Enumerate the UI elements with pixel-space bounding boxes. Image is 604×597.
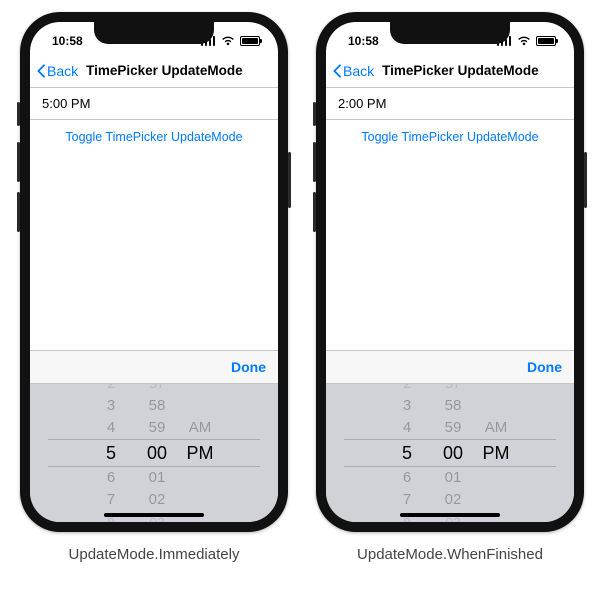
wifi-icon xyxy=(517,36,531,46)
picker-item: 01 xyxy=(134,467,180,489)
picker-item-selected: PM xyxy=(180,439,220,467)
side-button-vol-down xyxy=(17,192,20,232)
side-button-silence xyxy=(17,102,20,126)
picker-item: 3 xyxy=(384,395,430,417)
picker-item-selected: 5 xyxy=(384,439,430,467)
notch xyxy=(390,22,510,44)
picker-item: 7 xyxy=(384,489,430,511)
wifi-icon xyxy=(221,36,235,46)
iphone-frame: 10:58 Back TimePicker UpdateMode xyxy=(20,12,288,532)
picker-item-selected: PM xyxy=(476,439,516,467)
time-picker-display[interactable]: 5:00 PM xyxy=(30,88,278,120)
picker-item: 01 xyxy=(430,467,476,489)
time-picker-display[interactable]: 2:00 PM xyxy=(326,88,574,120)
picker-item-selected: 5 xyxy=(88,439,134,467)
picker-item: AM xyxy=(476,417,516,439)
picker-item: 57 xyxy=(134,384,180,393)
caption-label: UpdateMode.Immediately xyxy=(69,546,240,563)
screen: 10:58 Back TimePicker UpdateMode xyxy=(30,22,278,522)
content-spacer xyxy=(30,154,278,350)
toggle-update-mode-button[interactable]: Toggle TimePicker UpdateMode xyxy=(326,120,574,154)
chevron-left-icon xyxy=(36,63,46,79)
picker-ampm-column[interactable]: . . AM PM . . . xyxy=(180,384,220,522)
picker-item-selected: 00 xyxy=(430,439,476,467)
side-button-vol-down xyxy=(313,192,316,232)
nav-bar: Back TimePicker UpdateMode xyxy=(326,54,574,88)
picker-item: 2 xyxy=(384,384,430,393)
picker-item: 59 xyxy=(430,417,476,439)
side-button-vol-up xyxy=(17,142,20,182)
picker-minute-column[interactable]: 57 58 59 00 01 02 03 xyxy=(134,384,180,522)
picker-item: 6 xyxy=(88,467,134,489)
nav-title: TimePicker UpdateMode xyxy=(86,63,243,78)
picker-item: 57 xyxy=(430,384,476,393)
side-button-vol-up xyxy=(313,142,316,182)
back-button[interactable]: Back xyxy=(332,63,374,79)
picker-item: 58 xyxy=(430,395,476,417)
picker-item: 58 xyxy=(134,395,180,417)
picker-item: AM xyxy=(180,417,220,439)
content-spacer xyxy=(326,154,574,350)
picker-hour-column[interactable]: 2 3 4 5 6 7 8 xyxy=(88,384,134,522)
back-label: Back xyxy=(343,63,374,79)
home-indicator[interactable] xyxy=(400,513,500,517)
picker-item: 4 xyxy=(384,417,430,439)
picker-item: 02 xyxy=(134,489,180,511)
picker-item-selected: 00 xyxy=(134,439,180,467)
side-button-power xyxy=(288,152,291,208)
picker-item: 6 xyxy=(384,467,430,489)
input-accessory-bar: Done xyxy=(326,350,574,384)
picker-item: 02 xyxy=(430,489,476,511)
nav-bar: Back TimePicker UpdateMode xyxy=(30,54,278,88)
time-picker-wheel[interactable]: 2 3 4 5 6 7 8 57 58 59 00 01 02 xyxy=(30,384,278,522)
battery-icon xyxy=(536,36,556,46)
picker-hour-column[interactable]: 2 3 4 5 6 7 8 xyxy=(384,384,430,522)
back-button[interactable]: Back xyxy=(36,63,78,79)
battery-icon xyxy=(240,36,260,46)
status-time: 10:58 xyxy=(348,34,379,48)
home-indicator[interactable] xyxy=(104,513,204,517)
input-accessory-bar: Done xyxy=(30,350,278,384)
iphone-frame: 10:58 Back TimePicker UpdateMode xyxy=(316,12,584,532)
picker-item: 59 xyxy=(134,417,180,439)
done-button[interactable]: Done xyxy=(527,359,562,375)
chevron-left-icon xyxy=(332,63,342,79)
caption-label: UpdateMode.WhenFinished xyxy=(357,546,543,563)
time-picker-wheel[interactable]: 2 3 4 5 6 7 8 57 58 59 00 01 02 xyxy=(326,384,574,522)
screen: 10:58 Back TimePicker UpdateMode xyxy=(326,22,574,522)
back-label: Back xyxy=(47,63,78,79)
picker-ampm-column[interactable]: . . AM PM . . . xyxy=(476,384,516,522)
done-button[interactable]: Done xyxy=(231,359,266,375)
picker-item: 2 xyxy=(88,384,134,393)
picker-item: 7 xyxy=(88,489,134,511)
toggle-update-mode-button[interactable]: Toggle TimePicker UpdateMode xyxy=(30,120,278,154)
picker-item: 3 xyxy=(88,395,134,417)
picker-minute-column[interactable]: 57 58 59 00 01 02 03 xyxy=(430,384,476,522)
side-button-power xyxy=(584,152,587,208)
side-button-silence xyxy=(313,102,316,126)
notch xyxy=(94,22,214,44)
nav-title: TimePicker UpdateMode xyxy=(382,63,539,78)
status-time: 10:58 xyxy=(52,34,83,48)
picker-item: 4 xyxy=(88,417,134,439)
